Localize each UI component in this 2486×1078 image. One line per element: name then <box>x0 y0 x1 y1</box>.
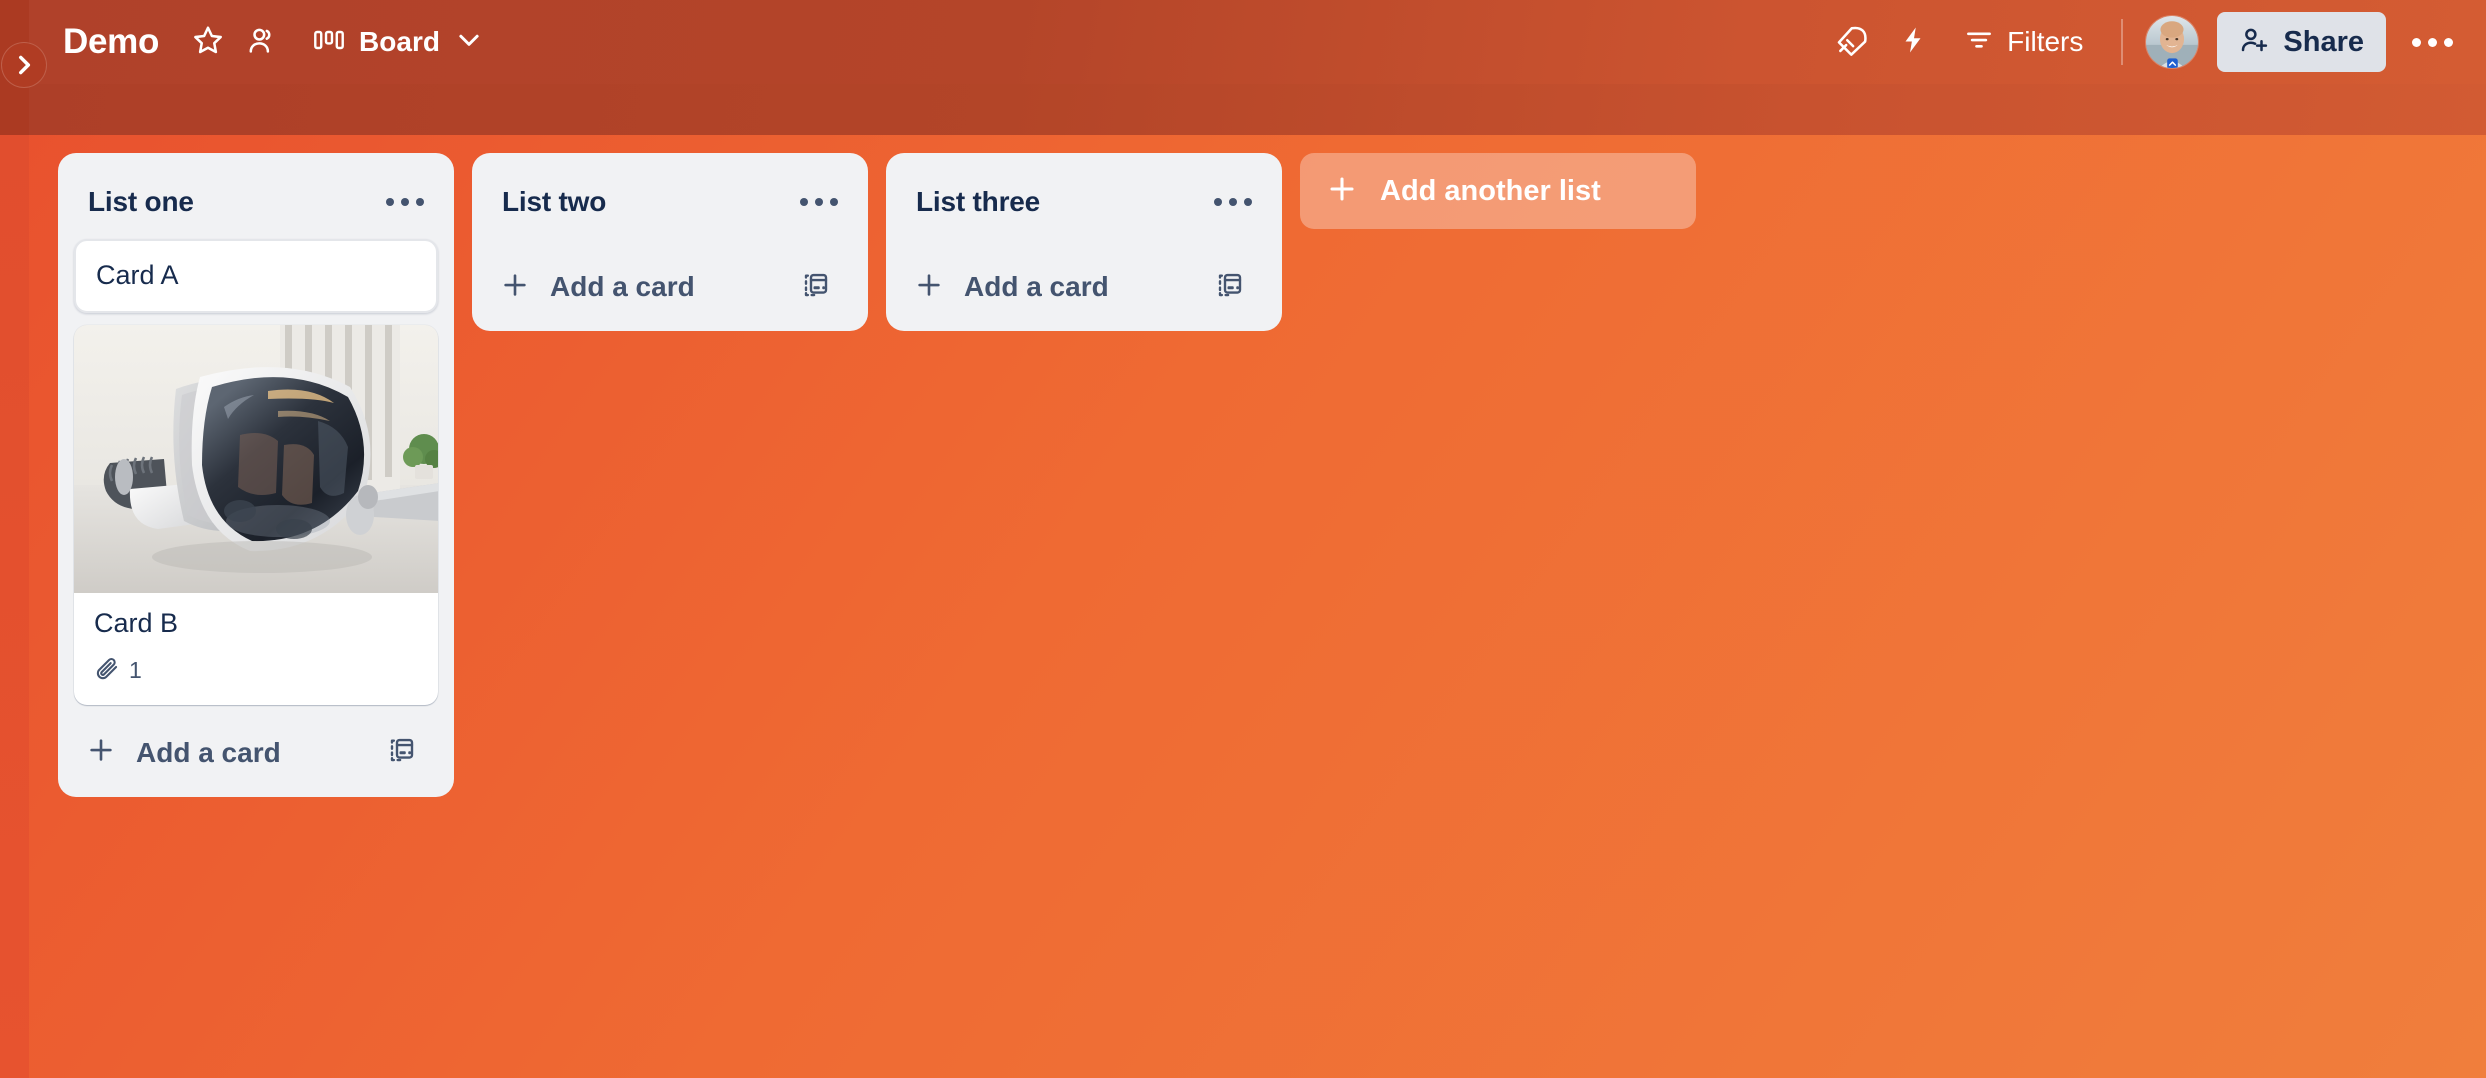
sidebar-expand-button[interactable] <box>1 42 47 88</box>
topbar-secondary-strip <box>29 84 2486 135</box>
share-button[interactable]: Share <box>2217 12 2386 72</box>
card-template-button[interactable] <box>792 263 840 311</box>
list-menu-button[interactable] <box>796 181 842 223</box>
list-column: List three Add a card <box>886 153 1282 331</box>
add-card-label: Add a card <box>136 736 281 768</box>
board-header-left: Demo Board <box>63 15 494 69</box>
star-icon <box>192 24 224 61</box>
rocket-button[interactable] <box>1824 15 1878 69</box>
plus-icon <box>500 270 530 305</box>
attachment-icon <box>94 655 120 687</box>
list-column: List one Card A Card B 1 Add a card <box>58 153 454 797</box>
board-view-switcher[interactable]: Board <box>303 15 494 69</box>
card-title: Card B <box>94 607 179 638</box>
card-template-icon <box>387 735 417 770</box>
more-horizontal-icon <box>2411 37 2453 47</box>
board-menu-button[interactable] <box>2404 14 2460 70</box>
person-add-icon <box>2239 25 2269 60</box>
board-members-button[interactable] <box>235 15 289 69</box>
collapsed-sidebar-strip <box>0 0 29 1078</box>
filters-label: Filters <box>2007 26 2084 57</box>
plus-icon <box>86 735 116 770</box>
more-horizontal-icon <box>1214 198 1252 206</box>
add-card-label: Add a card <box>964 271 1109 302</box>
board-title[interactable]: Demo <box>63 22 159 62</box>
card-template-button[interactable] <box>378 729 426 777</box>
card-template-icon <box>1215 270 1245 305</box>
add-card-label: Add a card <box>550 271 695 302</box>
add-card-button[interactable]: Add a card <box>500 270 792 305</box>
members-icon <box>246 24 278 61</box>
card-template-icon <box>801 270 831 305</box>
plus-icon <box>914 270 944 305</box>
card-body: Card B 1 <box>74 593 438 705</box>
rocket-icon <box>1835 24 1867 61</box>
chevron-right-icon <box>11 52 37 78</box>
chevron-down-icon <box>454 25 484 60</box>
add-card-row: Add a card <box>72 719 440 787</box>
card-template-button[interactable] <box>1206 263 1254 311</box>
list-title[interactable]: List two <box>502 186 796 218</box>
list-menu-button[interactable] <box>382 181 428 223</box>
card[interactable]: Card A <box>74 239 438 313</box>
card-badges: 1 <box>94 655 420 687</box>
board-canvas: List one Card A Card B 1 Add a card List… <box>29 135 2486 1078</box>
board-view-label: Board <box>359 26 440 57</box>
avatar[interactable] <box>2145 15 2200 69</box>
attachment-count: 1 <box>129 657 142 683</box>
board-view-icon <box>313 26 345 59</box>
list-title[interactable]: List one <box>88 186 382 218</box>
share-button-label: Share <box>2283 25 2364 58</box>
header-divider <box>2121 19 2124 65</box>
add-card-row: Add a card <box>900 253 1268 321</box>
filters-button[interactable]: Filters <box>1948 15 2099 69</box>
more-horizontal-icon <box>386 198 424 206</box>
add-card-button[interactable]: Add a card <box>914 270 1206 305</box>
star-button[interactable] <box>181 15 235 69</box>
list-header: List two <box>486 167 854 239</box>
more-horizontal-icon <box>800 198 838 206</box>
plus-icon <box>1326 173 1358 210</box>
list-header: List one <box>72 167 440 239</box>
card[interactable]: Card B 1 <box>74 324 438 705</box>
trello-board-app: Demo Board Filters Share List one Card A… <box>0 0 2486 1078</box>
list-column: List two Add a card <box>472 153 868 331</box>
card-cover-image <box>74 324 438 593</box>
card-list: Card A Card B 1 <box>72 239 440 705</box>
automation-button[interactable] <box>1886 15 1940 69</box>
lightning-bolt-icon <box>1898 25 1928 60</box>
add-card-button[interactable]: Add a card <box>86 735 378 770</box>
list-header: List three <box>900 167 1268 239</box>
add-card-row: Add a card <box>486 253 854 321</box>
list-menu-button[interactable] <box>1210 181 1256 223</box>
board-header: Demo Board Filters Share <box>29 0 2486 84</box>
card-title: Card A <box>96 260 179 290</box>
board-header-right: Filters Share <box>1824 12 2460 72</box>
filter-icon <box>1964 25 1994 60</box>
add-another-list-label: Add another list <box>1380 174 1601 207</box>
attachment-badge: 1 <box>94 655 142 687</box>
list-title[interactable]: List three <box>916 186 1210 218</box>
add-another-list-button[interactable]: Add another list <box>1300 153 1696 229</box>
